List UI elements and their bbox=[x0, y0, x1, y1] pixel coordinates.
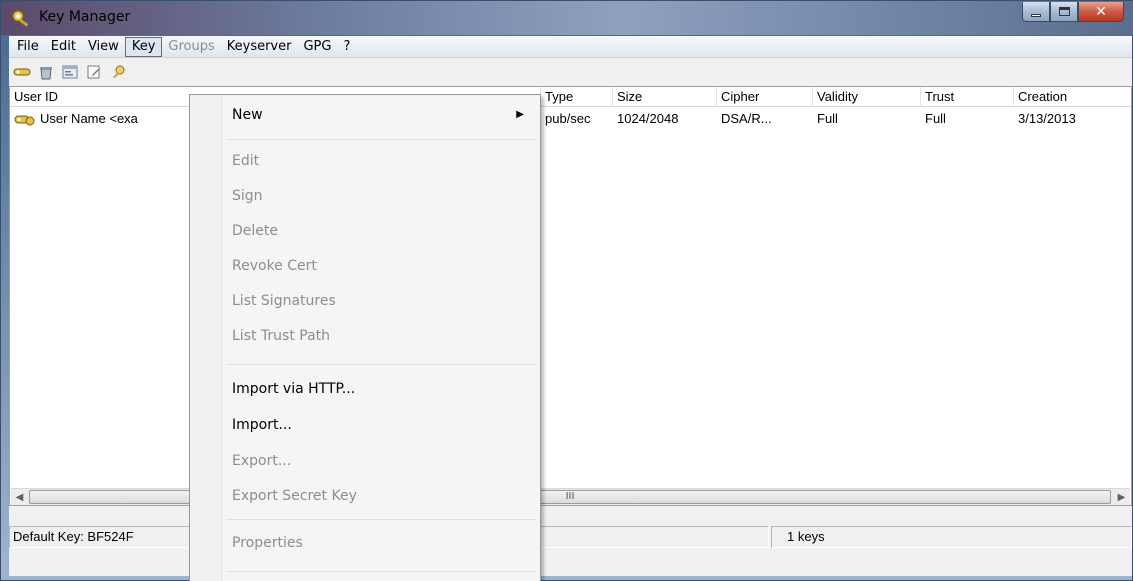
column-type[interactable]: Type bbox=[541, 87, 613, 107]
status-bar: Default Key: BF524F 1 keys bbox=[9, 510, 1132, 576]
menu-separator bbox=[226, 571, 536, 572]
menu-groups[interactable]: Groups bbox=[162, 37, 220, 57]
cell-type: pub/sec bbox=[545, 111, 591, 126]
menu-item-export-secret-key[interactable]: Export Secret Key bbox=[232, 482, 532, 510]
key-manager-app-icon bbox=[12, 10, 29, 27]
cell-size: 1024/2048 bbox=[617, 111, 679, 126]
key-pair-icon[interactable] bbox=[13, 63, 31, 81]
menu-file[interactable]: File bbox=[11, 37, 45, 57]
column-trust[interactable]: Trust bbox=[921, 87, 1014, 107]
menu-item-new-label: New bbox=[232, 107, 263, 123]
menu-view[interactable]: View bbox=[82, 37, 125, 57]
edit-icon[interactable] bbox=[85, 63, 103, 81]
title-bar[interactable]: Key Manager ✕ bbox=[1, 1, 1133, 35]
scroll-left-icon[interactable]: ◀ bbox=[11, 489, 28, 505]
key-manager-window: Key Manager ✕ File Edit View Key Groups … bbox=[0, 0, 1133, 581]
minimize-button[interactable] bbox=[1022, 2, 1050, 22]
window-title: Key Manager bbox=[39, 9, 131, 25]
client-area: File Edit View Key Groups Keyserver GPG … bbox=[9, 36, 1132, 576]
column-creation[interactable]: Creation bbox=[1014, 87, 1131, 107]
key-menu-dropdown: New ▶ Edit Sign Delete Revoke Cert List … bbox=[189, 94, 541, 581]
menu-item-revoke-cert[interactable]: Revoke Cert bbox=[232, 252, 532, 280]
key-list[interactable]: User ID Type Size Cipher Validity Trust … bbox=[9, 86, 1132, 506]
key-pair-icon bbox=[14, 115, 35, 126]
horizontal-scrollbar[interactable]: ◀ III ▶ bbox=[11, 488, 1130, 505]
cell-validity: Full bbox=[817, 111, 838, 126]
menu-bar: File Edit View Key Groups Keyserver GPG … bbox=[9, 36, 1132, 58]
column-validity[interactable]: Validity bbox=[813, 87, 921, 107]
status-key-count: 1 keys bbox=[771, 526, 1132, 548]
menu-item-sign[interactable]: Sign bbox=[232, 182, 532, 210]
recycle-icon[interactable] bbox=[37, 63, 55, 81]
menu-edit[interactable]: Edit bbox=[45, 37, 82, 57]
list-header: User ID Type Size Cipher Validity Trust … bbox=[10, 87, 1131, 107]
menu-item-import[interactable]: Import... bbox=[232, 411, 532, 439]
search-key-icon[interactable] bbox=[109, 63, 127, 81]
menu-separator bbox=[226, 364, 536, 365]
cell-creation: 3/13/2013 bbox=[1018, 111, 1076, 126]
maximize-button[interactable] bbox=[1050, 2, 1078, 22]
menu-separator bbox=[226, 519, 536, 520]
menu-item-import-http[interactable]: Import via HTTP... bbox=[232, 375, 532, 403]
menu-separator bbox=[226, 139, 536, 140]
menu-keyserver[interactable]: Keyserver bbox=[221, 37, 298, 57]
menu-item-list-signatures[interactable]: List Signatures bbox=[232, 287, 532, 315]
close-icon: ✕ bbox=[1095, 3, 1107, 20]
toolbar bbox=[9, 59, 1132, 85]
menu-key[interactable]: Key bbox=[124, 36, 163, 57]
menu-item-properties[interactable]: Properties bbox=[232, 529, 532, 557]
menu-help[interactable]: ? bbox=[337, 37, 356, 57]
column-cipher[interactable]: Cipher bbox=[717, 87, 813, 107]
table-row[interactable]: User Name <exa pub/sec 1024/2048 DSA/R..… bbox=[10, 109, 1131, 129]
close-button[interactable]: ✕ bbox=[1078, 2, 1124, 22]
user-id-text: User Name <exa bbox=[40, 111, 138, 126]
submenu-arrow-icon: ▶ bbox=[516, 109, 524, 120]
scroll-right-icon[interactable]: ▶ bbox=[1113, 489, 1130, 505]
menu-item-delete[interactable]: Delete bbox=[232, 217, 532, 245]
menu-item-new[interactable]: New ▶ bbox=[232, 101, 532, 129]
cell-cipher: DSA/R... bbox=[721, 111, 772, 126]
properties-icon[interactable] bbox=[61, 63, 79, 81]
maximize-icon bbox=[1058, 7, 1070, 16]
column-size[interactable]: Size bbox=[613, 87, 717, 107]
cell-trust: Full bbox=[925, 111, 946, 126]
window-controls: ✕ bbox=[1022, 2, 1124, 24]
menu-gutter bbox=[190, 95, 222, 581]
menu-gpg[interactable]: GPG bbox=[297, 37, 337, 57]
minimize-icon bbox=[1031, 14, 1041, 17]
menu-item-list-trust-path[interactable]: List Trust Path bbox=[232, 322, 532, 350]
menu-item-edit[interactable]: Edit bbox=[232, 147, 532, 175]
menu-item-export[interactable]: Export... bbox=[232, 447, 532, 475]
